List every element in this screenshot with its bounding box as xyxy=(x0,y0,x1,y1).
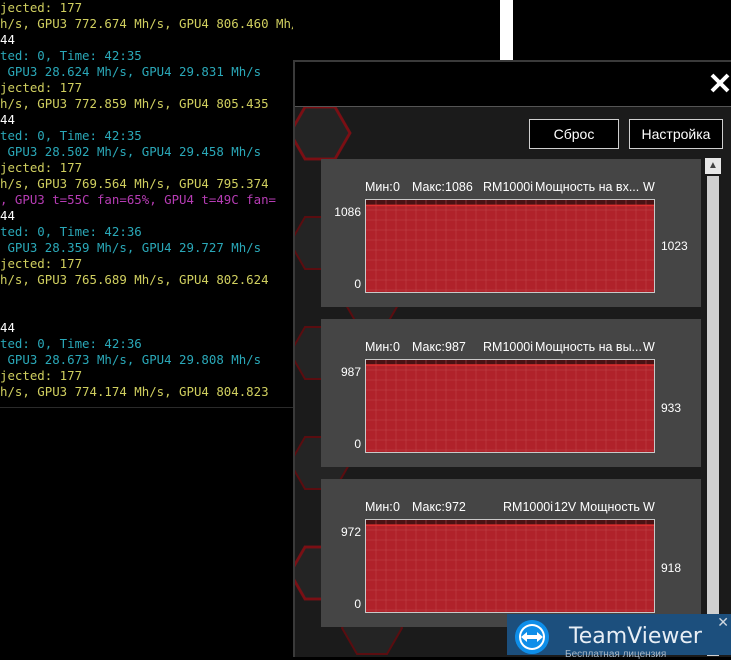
background-window-edge xyxy=(500,0,513,60)
y-axis-min-label: 0 xyxy=(354,437,361,451)
power-graph-panel: Мин: 0 Макс: 1086 RM1000i Мощность на вх... W 1… xyxy=(321,159,701,307)
min-label: Мин: xyxy=(365,340,393,354)
metric-name: Мощность на вх... xyxy=(535,180,640,194)
console-divider xyxy=(0,407,293,408)
console-line: 44 xyxy=(0,32,15,47)
teamviewer-close-icon[interactable]: ✕ xyxy=(717,614,729,631)
max-label: Макс: xyxy=(412,340,445,354)
power-graph-plot xyxy=(365,519,655,613)
console-line: h/s, GPU3 769.564 Mh/s, GPU4 795.374 xyxy=(0,176,269,191)
y-axis-max-label: 972 xyxy=(340,525,361,539)
min-label: Мин: xyxy=(365,180,393,194)
power-level-fill xyxy=(366,525,654,612)
console-line: 44 xyxy=(0,112,15,127)
console-line: jected: 177 xyxy=(0,0,83,15)
settings-button[interactable]: Настройка xyxy=(629,119,723,149)
device-name: RM1000i xyxy=(483,340,534,354)
console-line: h/s, GPU3 772.674 Mh/s, GPU4 806.460 Mh/… xyxy=(0,16,293,31)
power-level-fill xyxy=(366,205,654,292)
console-line: h/s, GPU3 774.174 Mh/s, GPU4 804.823 xyxy=(0,384,269,399)
power-graph-plot xyxy=(365,359,655,453)
close-icon[interactable] xyxy=(707,70,731,96)
scrollbar-thumb[interactable] xyxy=(707,176,719,656)
device-name: RM1000i xyxy=(503,500,554,514)
power-monitor-window: Сброс Настройка Мин: 0 Макс: 1086 RM1000i Мощ… xyxy=(293,60,731,657)
console-line: ted: 0, Time: 42:36 xyxy=(0,224,142,239)
y-axis-max-label: 1086 xyxy=(334,205,361,219)
miner-console: jected: 177 h/s, GPU3 772.674 Mh/s, GPU4 … xyxy=(0,0,293,655)
max-value: 987 xyxy=(445,340,466,354)
power-level-fill xyxy=(366,365,654,452)
teamviewer-title: TeamViewer xyxy=(569,624,702,649)
console-line: jected: 177 xyxy=(0,368,83,383)
current-value: 1023 xyxy=(661,239,688,253)
metric-name: 12V Мощность xyxy=(554,500,640,514)
unit-label: W xyxy=(643,340,655,354)
max-value: 972 xyxy=(445,500,466,514)
console-line: jected: 177 xyxy=(0,160,83,175)
current-value: 918 xyxy=(661,561,682,575)
min-value: 0 xyxy=(393,180,400,194)
console-line: ted: 0, Time: 42:35 xyxy=(0,48,142,63)
unit-label: W xyxy=(643,180,655,194)
metric-name: Мощность на вы... xyxy=(535,340,642,354)
console-line: 44 xyxy=(0,320,15,335)
y-axis-min-label: 0 xyxy=(354,277,361,291)
unit-label: W xyxy=(643,500,655,514)
min-value: 0 xyxy=(393,500,400,514)
console-line: GPU3 28.624 Mh/s, GPU4 29.831 Mh/s xyxy=(0,64,262,79)
console-line: GPU3 28.359 Mh/s, GPU4 29.727 Mh/s xyxy=(0,240,262,255)
teamviewer-popup[interactable]: TeamViewer Бесплатная лицензия ✕ xyxy=(507,614,731,660)
reset-button[interactable]: Сброс xyxy=(529,119,619,149)
device-name: RM1000i xyxy=(483,180,534,194)
y-axis-min-label: 0 xyxy=(354,597,361,611)
console-line: GPU3 28.673 Mh/s, GPU4 29.808 Mh/s xyxy=(0,352,262,367)
min-label: Мин: xyxy=(365,500,393,514)
console-line: 44 xyxy=(0,208,15,223)
window-titlebar xyxy=(295,62,731,107)
current-value: 933 xyxy=(661,401,682,415)
console-line: h/s, GPU3 765.689 Mh/s, GPU4 802.624 xyxy=(0,272,269,287)
power-graph-plot xyxy=(365,199,655,293)
console-line: jected: 177 xyxy=(0,256,83,271)
power-graph-panel: Мин: 0 Макс: 972 RM1000i 12V Мощность W 972 0 918 xyxy=(321,479,701,627)
scroll-up-arrow-icon[interactable]: ▲ xyxy=(705,158,721,174)
teamviewer-logo-icon xyxy=(515,620,549,654)
console-line: GPU3 28.502 Mh/s, GPU4 29.458 Mh/s xyxy=(0,144,262,159)
console-line: ted: 0, Time: 42:35 xyxy=(0,128,142,143)
power-graph-panel: Мин: 0 Макс: 987 RM1000i Мощность на вы... W 98… xyxy=(321,319,701,467)
console-line: h/s, GPU3 772.859 Mh/s, GPU4 805.435 xyxy=(0,96,269,111)
min-value: 0 xyxy=(393,340,400,354)
max-label: Макс: xyxy=(412,180,445,194)
console-line: jected: 177 xyxy=(0,80,83,95)
max-value: 1086 xyxy=(445,180,473,194)
scrollbar[interactable]: ▲ xyxy=(705,158,721,657)
console-line: , GPU3 t=55C fan=65%, GPU4 t=49C fan= xyxy=(0,192,277,207)
max-label: Макс: xyxy=(412,500,445,514)
console-line: ted: 0, Time: 42:36 xyxy=(0,336,142,351)
y-axis-max-label: 987 xyxy=(340,365,361,379)
